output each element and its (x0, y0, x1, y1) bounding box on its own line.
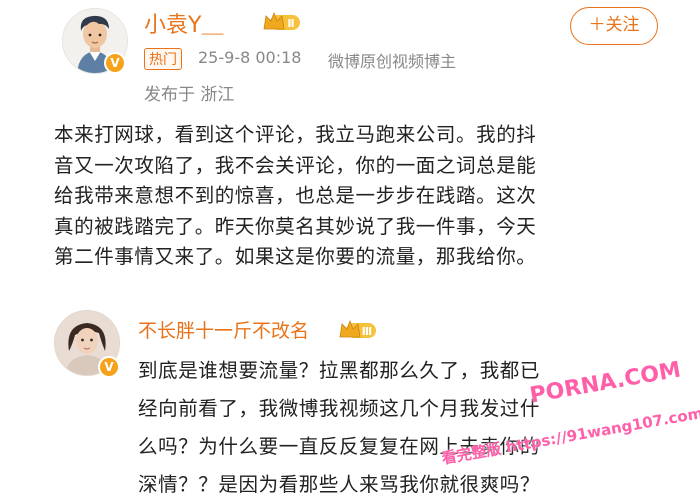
comment-body: 到底是谁想要流量？拉黑都那么久了，我都已 经向前看了，我微博我视频这几个月我发过… (138, 352, 668, 504)
post-timestamp: 25-9-8 00:18 (198, 48, 302, 67)
comment-level-text: Ⅲ (362, 325, 372, 338)
verified-badge-icon: V (98, 356, 120, 378)
post-body-line: 真的被践踏完了。昨天你莫名其妙说了我一件事，今天 (54, 214, 537, 238)
post-body: 本来打网球，看到这个评论，我立马跑来公司。我的抖 音又一次攻陷了，我不会关评论，… (54, 120, 674, 273)
comment-body-line: 到底是谁想要流量？拉黑都那么久了，我都已 (138, 359, 541, 382)
comment-body-line: 深情？？是因为看那些人来骂我你就很爽吗？ (138, 473, 541, 496)
comment-body-line: 么吗？为什么要一直反反复复在网上去卖你的 (138, 435, 541, 458)
verified-badge-icon: V (104, 52, 126, 74)
post-body-line: 给我带来意想不到的惊喜，也总是一步步在践踏。这次 (54, 184, 537, 207)
comment-body-line: 经向前看了，我微博我视频这几个月我发过什 (138, 397, 541, 420)
hot-tag: 热门 (144, 48, 182, 70)
crown-level-badge-icon: Ⅲ (338, 318, 378, 342)
post-header: V 小袁Y＿ Ⅱ 热门 25-9-8 00:18 微博原创视频博主 发布于 浙江… (0, 0, 700, 112)
post-location: 发布于 浙江 (144, 85, 235, 105)
follow-button[interactable]: ＋关注 (570, 7, 658, 45)
post-source: 微博原创视频博主 (328, 52, 457, 71)
post-body-line: 音又一次攻陷了，我不会关评论，你的一面之词总是能 (54, 153, 537, 177)
comment-author-name[interactable]: 不长胖十一斤不改名 (138, 316, 309, 343)
post-level-text: Ⅱ (287, 17, 294, 30)
post-author-name[interactable]: 小袁Y＿ (144, 7, 223, 39)
comment-item: V 不长胖十一斤不改名 Ⅲ 到底是谁想要流量？拉黑都那么久了，我都已 经向前看了… (0, 300, 700, 500)
post-body-line: 第二件事情又来了。如果这是你要的流量，那我给你。 (54, 245, 537, 268)
crown-level-badge-icon: Ⅱ (262, 10, 302, 34)
post-body-line: 本来打网球，看到这个评论，我立马跑来公司。我的抖 (54, 123, 537, 146)
